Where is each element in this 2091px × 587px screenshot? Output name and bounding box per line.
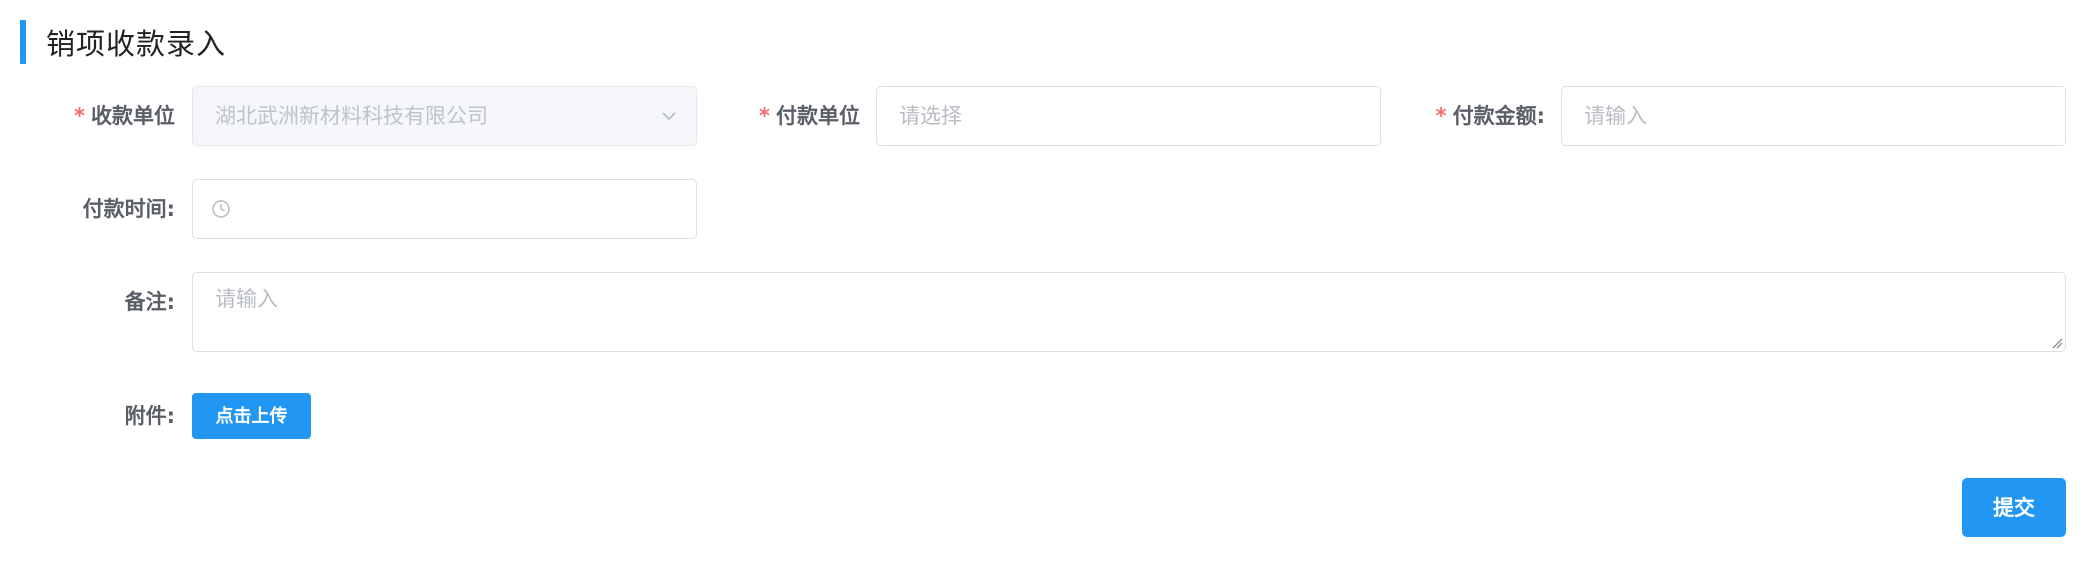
- resize-handle-icon[interactable]: [2051, 337, 2063, 349]
- pay-time-label: 付款时间:: [82, 197, 175, 221]
- payer-select[interactable]: 请选择: [876, 86, 1381, 146]
- amount-label: * 付款金额:: [1400, 86, 1545, 146]
- remark-textarea[interactable]: 请输入: [192, 272, 2066, 352]
- amount-input[interactable]: 请输入: [1561, 86, 2066, 146]
- remark-placeholder: 请输入: [215, 287, 278, 311]
- amount-label-text: 付款金额:: [1452, 104, 1545, 128]
- attachment-label: 附件:: [124, 404, 175, 428]
- pay-time-picker[interactable]: [192, 179, 697, 239]
- page-title: 销项收款录入: [46, 27, 227, 61]
- clock-icon: [212, 200, 230, 218]
- payer-label-text: 付款单位: [776, 104, 860, 128]
- title-accent-bar: [20, 20, 26, 64]
- required-mark: *: [1435, 104, 1447, 128]
- receiver-select[interactable]: 湖北武洲新材料科技有限公司: [192, 86, 697, 146]
- submit-button[interactable]: 提交: [1962, 478, 2066, 537]
- receiver-value: 湖北武洲新材料科技有限公司: [215, 104, 488, 128]
- page-header: 销项收款录入: [20, 20, 226, 64]
- remark-label: 备注:: [124, 290, 175, 314]
- required-mark: *: [74, 104, 85, 128]
- receiver-label: * 收款单位: [20, 86, 175, 146]
- chevron-down-icon: [662, 112, 676, 121]
- payer-placeholder: 请选择: [899, 104, 962, 128]
- upload-button[interactable]: 点击上传: [192, 393, 311, 439]
- receiver-label-text: 收款单位: [91, 104, 175, 128]
- required-mark: *: [759, 104, 770, 128]
- amount-placeholder: 请输入: [1584, 104, 1647, 128]
- payer-label: * 付款单位: [720, 86, 860, 146]
